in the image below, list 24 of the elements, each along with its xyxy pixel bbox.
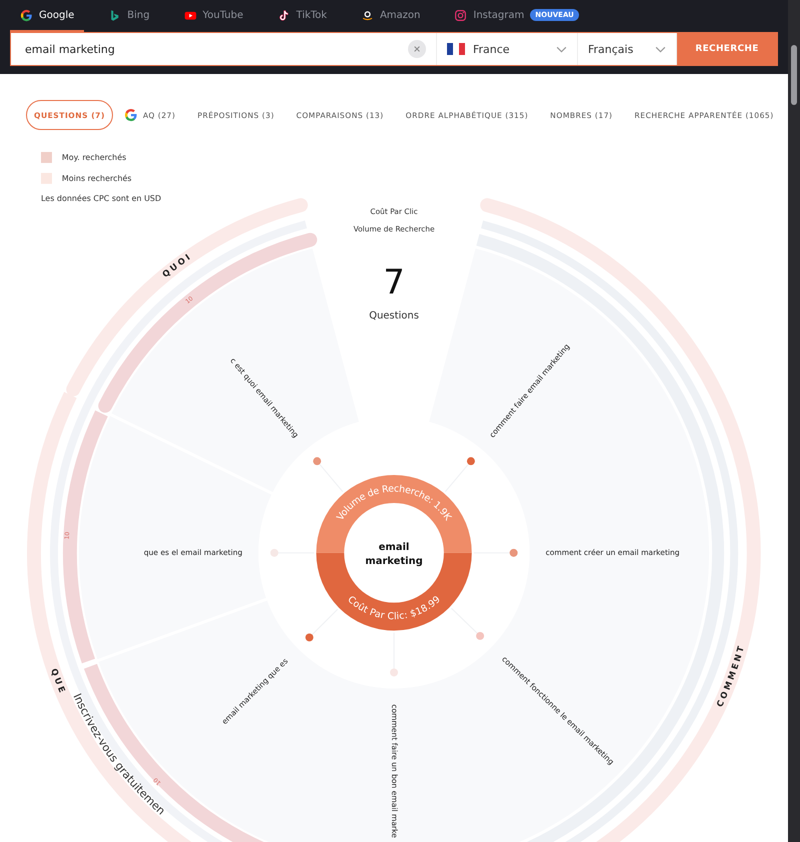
- google-g-icon: [124, 108, 138, 122]
- engine-tab[interactable]: Amazon: [350, 0, 430, 32]
- question-count: 7: [383, 262, 405, 302]
- close-icon: [413, 45, 421, 53]
- engine-tab[interactable]: Bing: [98, 0, 160, 32]
- smile-arrow-icon: [360, 8, 374, 22]
- google-g-icon: [20, 8, 33, 22]
- count-label: Questions: [369, 310, 419, 322]
- engine-tab[interactable]: TikTok: [267, 0, 337, 32]
- legend-label: Moins recherchés: [62, 174, 132, 184]
- scrollbar[interactable]: [788, 0, 800, 842]
- chevron-down-icon: [556, 46, 567, 52]
- music-note-icon: [277, 8, 290, 22]
- chevron-down-icon: [655, 46, 666, 52]
- scrollbar-thumb[interactable]: [791, 45, 797, 105]
- search-field[interactable]: email marketing: [11, 42, 408, 56]
- keyword-label: email marketing: [365, 542, 423, 567]
- flag-icon: [447, 43, 465, 55]
- legend-note: Les données CPC sont en USD: [41, 194, 162, 204]
- camera-icon: [454, 8, 468, 22]
- country-select[interactable]: France: [437, 33, 578, 65]
- legend-label: Moy. recherchés: [62, 153, 126, 162]
- clear-button[interactable]: [408, 40, 426, 58]
- engine-tab[interactable]: YouTube: [174, 0, 254, 32]
